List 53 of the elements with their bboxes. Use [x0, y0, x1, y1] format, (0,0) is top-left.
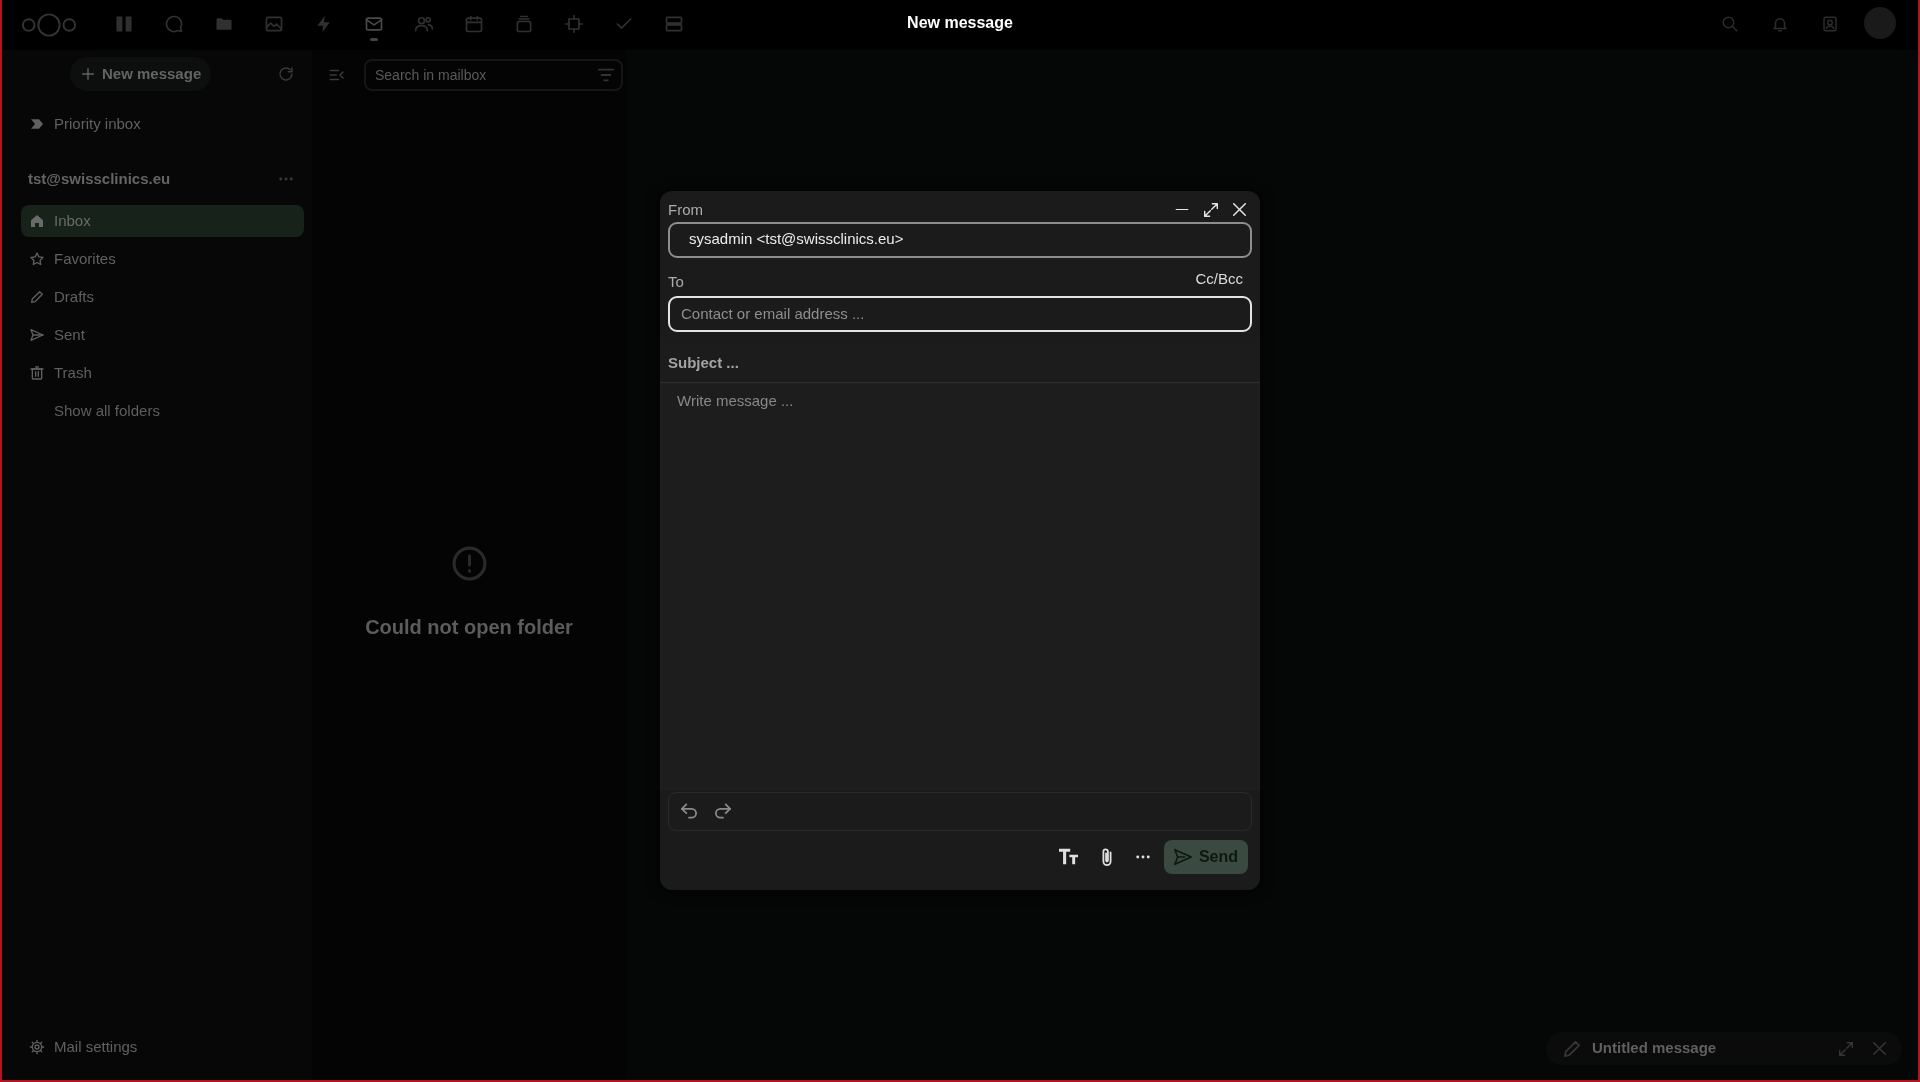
send-icon [1173, 847, 1192, 866]
pencil-icon [29, 289, 45, 305]
mail-settings-button[interactable]: Mail settings [21, 1031, 304, 1063]
subject-field[interactable]: Subject ... [660, 342, 1260, 383]
folder-item[interactable]: Favorites [21, 243, 304, 275]
folder-item[interactable]: Trash [21, 357, 304, 389]
minimize-icon[interactable] [1175, 208, 1189, 211]
text-size-icon[interactable] [1058, 848, 1078, 865]
account-title: tst@swissclinics.eu [28, 168, 171, 189]
pencil-icon[interactable] [1564, 1040, 1580, 1057]
contact-card-icon[interactable] [1821, 15, 1839, 33]
show-all-folders-link[interactable]: Show all folders [54, 399, 160, 423]
search-icon[interactable] [1721, 15, 1739, 33]
columns-icon[interactable] [114, 14, 134, 34]
avatar-icon[interactable] [1864, 7, 1896, 39]
new-message-button[interactable]: New message [70, 57, 212, 91]
from-label: From [668, 199, 703, 220]
stacked-cards-icon[interactable] [514, 14, 534, 34]
send-icon [29, 327, 45, 343]
people-icon[interactable] [414, 14, 434, 34]
folder-item[interactable]: Inbox [21, 205, 304, 237]
alert-icon [450, 545, 488, 582]
to-label: To [668, 272, 684, 291]
folder-item[interactable]: Sent [21, 319, 304, 351]
logo-icon[interactable] [20, 11, 78, 39]
folder-item[interactable]: Drafts [21, 281, 304, 313]
to-field[interactable]: Contact or email address ... [668, 295, 1252, 332]
empty-state-message: Could not open folder [365, 615, 573, 639]
search-field[interactable]: Search in mailbox [364, 59, 623, 91]
settings-icon [29, 1039, 45, 1055]
cc-bcc-button[interactable]: Cc/Bcc [1195, 269, 1243, 288]
image-icon[interactable] [264, 14, 284, 34]
arrow-tag-icon [29, 116, 45, 132]
crosshair-icon[interactable] [564, 14, 584, 34]
more-icon[interactable] [1135, 854, 1150, 859]
home-icon [29, 213, 45, 229]
bell-icon[interactable] [1771, 15, 1789, 33]
calendar-icon[interactable] [464, 14, 484, 34]
priority-inbox-item[interactable]: Priority inbox [21, 108, 304, 140]
message-field[interactable]: Write message ... [660, 382, 1260, 790]
redo-icon[interactable] [715, 803, 731, 819]
trash-icon [29, 365, 45, 381]
star-icon [29, 251, 45, 267]
window-title: New message [907, 13, 1013, 33]
envelope-icon[interactable] [364, 14, 384, 34]
speech-bubble-icon[interactable] [164, 14, 184, 34]
plus-icon [80, 66, 96, 82]
draft-title[interactable]: Untitled message [1592, 1037, 1717, 1060]
undo-icon[interactable] [681, 803, 697, 819]
drawers-icon[interactable] [664, 14, 684, 34]
refresh-icon[interactable] [277, 65, 295, 83]
from-select[interactable]: sysadmin <tst@swissclinics.eu> [668, 221, 1252, 258]
filter-icon[interactable] [598, 67, 614, 83]
